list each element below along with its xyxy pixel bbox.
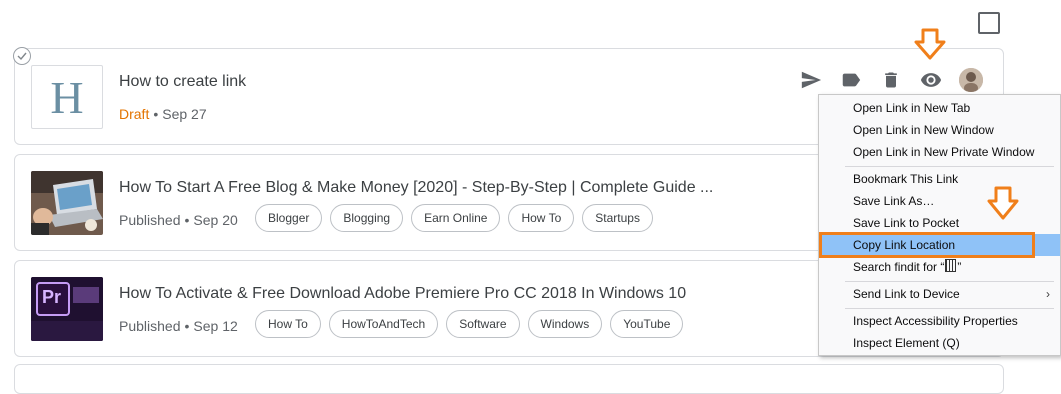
post-title[interactable]: How To Start A Free Blog & Make Money [2… — [119, 179, 713, 197]
post-date: Sep 20 — [193, 212, 238, 228]
tag-chip[interactable]: YouTube — [610, 310, 684, 338]
menu-open-private-window[interactable]: Open Link in New Private Window — [819, 141, 1060, 163]
status-published: Published — [119, 212, 181, 228]
view-icon[interactable] — [919, 68, 943, 92]
post-actions — [799, 68, 983, 92]
select-all-checkbox[interactable] — [978, 12, 1000, 34]
tag-chip[interactable]: Windows — [527, 310, 603, 338]
tag-chip[interactable]: Software — [446, 310, 520, 338]
post-date: Sep 27 — [162, 106, 207, 122]
post-meta: Draft • Sep 27 — [119, 106, 207, 122]
post-title[interactable]: How to create link — [119, 73, 246, 91]
label-icon[interactable] — [839, 68, 863, 92]
chevron-right-icon: › — [1046, 287, 1050, 301]
menu-inspect-element[interactable]: Inspect Element (Q) — [819, 332, 1060, 354]
tag-chip[interactable]: Earn Online — [411, 204, 501, 232]
tag-chip[interactable]: HowToAndTech — [328, 310, 439, 338]
tag-chip[interactable]: Blogger — [255, 204, 323, 232]
menu-inspect-accessibility[interactable]: Inspect Accessibility Properties — [819, 310, 1060, 332]
menu-separator — [845, 166, 1054, 167]
selection-glyph-icon — [945, 259, 957, 272]
menu-search-findit[interactable]: Search findit for “” — [819, 256, 1060, 278]
tag-chip[interactable]: Startups — [582, 204, 653, 232]
menu-open-new-window[interactable]: Open Link in New Window — [819, 119, 1060, 141]
context-menu: Open Link in New Tab Open Link in New Wi… — [818, 94, 1061, 356]
menu-open-new-tab[interactable]: Open Link in New Tab — [819, 97, 1060, 119]
status-published: Published — [119, 318, 181, 334]
menu-separator — [845, 281, 1054, 282]
menu-save-to-pocket[interactable]: Save Link to Pocket — [819, 212, 1060, 234]
post-item[interactable] — [14, 364, 1004, 394]
premiere-logo-text: Pr — [42, 287, 62, 307]
tag-list: Blogger Blogging Earn Online How To Star… — [255, 204, 653, 232]
callout-arrow-icon — [986, 186, 1020, 225]
post-date: Sep 12 — [193, 318, 238, 334]
send-icon[interactable] — [799, 68, 823, 92]
status-draft: Draft — [119, 106, 150, 122]
menu-bookmark-link[interactable]: Bookmark This Link — [819, 168, 1060, 190]
avatar[interactable] — [959, 68, 983, 92]
menu-save-link-as[interactable]: Save Link As… — [819, 190, 1060, 212]
callout-arrow-icon — [913, 28, 947, 65]
check-icon — [17, 52, 27, 61]
post-title[interactable]: How To Activate & Free Download Adobe Pr… — [119, 285, 686, 303]
post-thumbnail: Pr — [31, 277, 103, 341]
select-post-checkbox[interactable] — [13, 47, 31, 65]
meta-separator: • — [184, 318, 190, 334]
post-meta: Published • Sep 20 — [119, 212, 238, 228]
post-meta: Published • Sep 12 — [119, 318, 238, 334]
meta-separator: • — [153, 106, 159, 122]
menu-send-to-device[interactable]: Send Link to Device › — [819, 283, 1060, 305]
post-thumbnail — [31, 171, 103, 235]
tag-chip[interactable]: Blogging — [330, 204, 404, 232]
menu-separator — [845, 308, 1054, 309]
tag-chip[interactable]: How To — [508, 204, 575, 232]
delete-icon[interactable] — [879, 68, 903, 92]
tag-list: How To HowToAndTech Software Windows You… — [255, 310, 684, 338]
post-thumbnail: H — [31, 65, 103, 129]
meta-separator: • — [184, 212, 190, 228]
tag-chip[interactable]: How To — [255, 310, 321, 338]
highlight-callout-box — [819, 232, 1035, 258]
